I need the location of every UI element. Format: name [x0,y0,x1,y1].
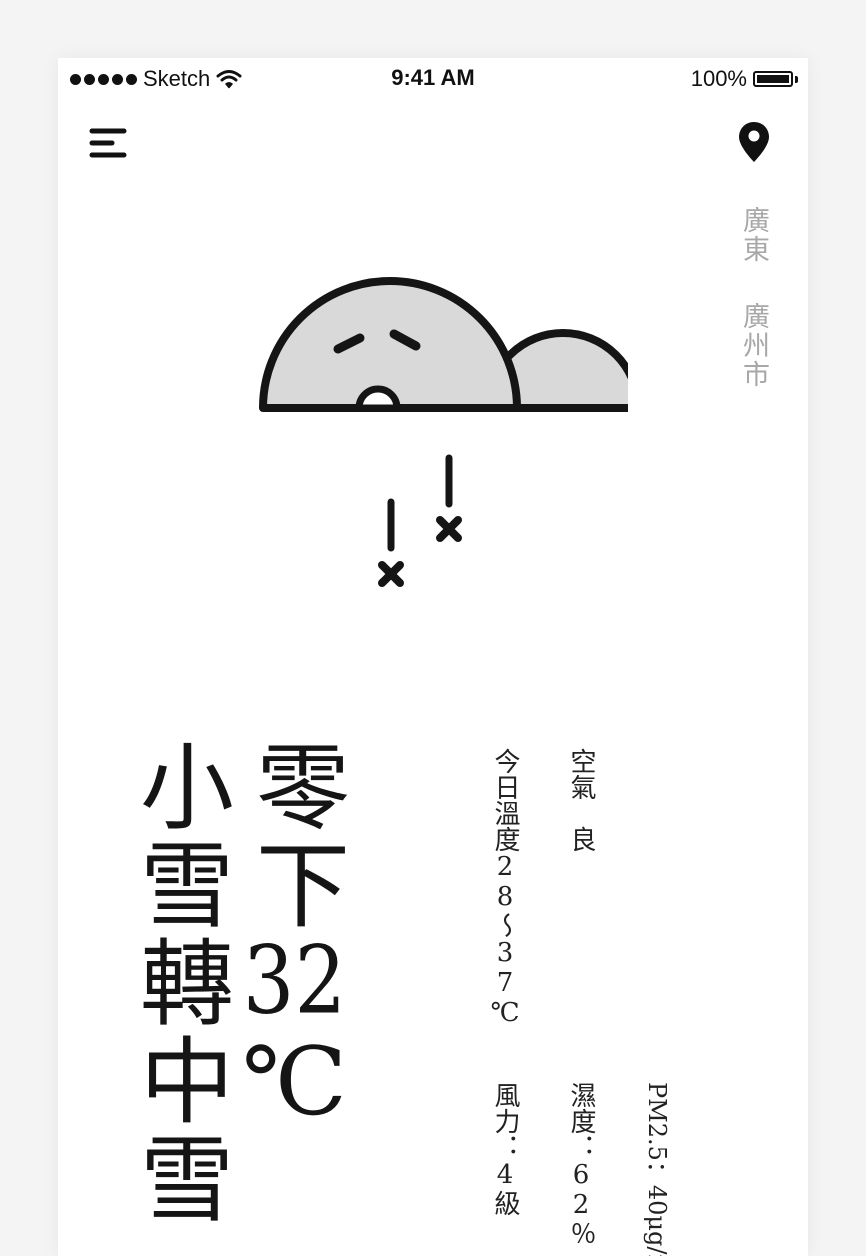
battery-icon [753,71,793,87]
sad-cloud-snow-icon [259,277,628,587]
status-right: 100% [691,66,798,92]
air-quality: 空氣 良 [566,748,596,852]
weather-condition: 小雪轉中雪 [124,738,233,1228]
phone-screen: Sketch 9:41 AM 100% 廣東 廣州市 小雪轉中雪 零下32℃ 今… [58,58,808,1256]
status-bar: Sketch 9:41 AM 100% [58,58,808,98]
today-temperature-range: 今日溫度28～37℃ [490,748,520,1028]
temperature-block: 零下32℃ [240,738,349,1141]
battery-percent: 100% [690,66,747,91]
location-city[interactable]: 廣州市 [736,302,770,389]
humidity: 濕度：62％ [566,1082,596,1246]
temperature-unit: ℃ [240,1028,349,1141]
location-province[interactable]: 廣東 [736,206,770,264]
menu-icon[interactable] [88,126,128,162]
wind-level: 風力：4級 [490,1082,520,1216]
temperature-prefix: 零下 [240,738,349,934]
pm25-reading: PM2.5：40μg/m [643,1082,671,1256]
map-pin-icon[interactable] [736,120,772,164]
temperature-value: 32 [242,934,347,1028]
